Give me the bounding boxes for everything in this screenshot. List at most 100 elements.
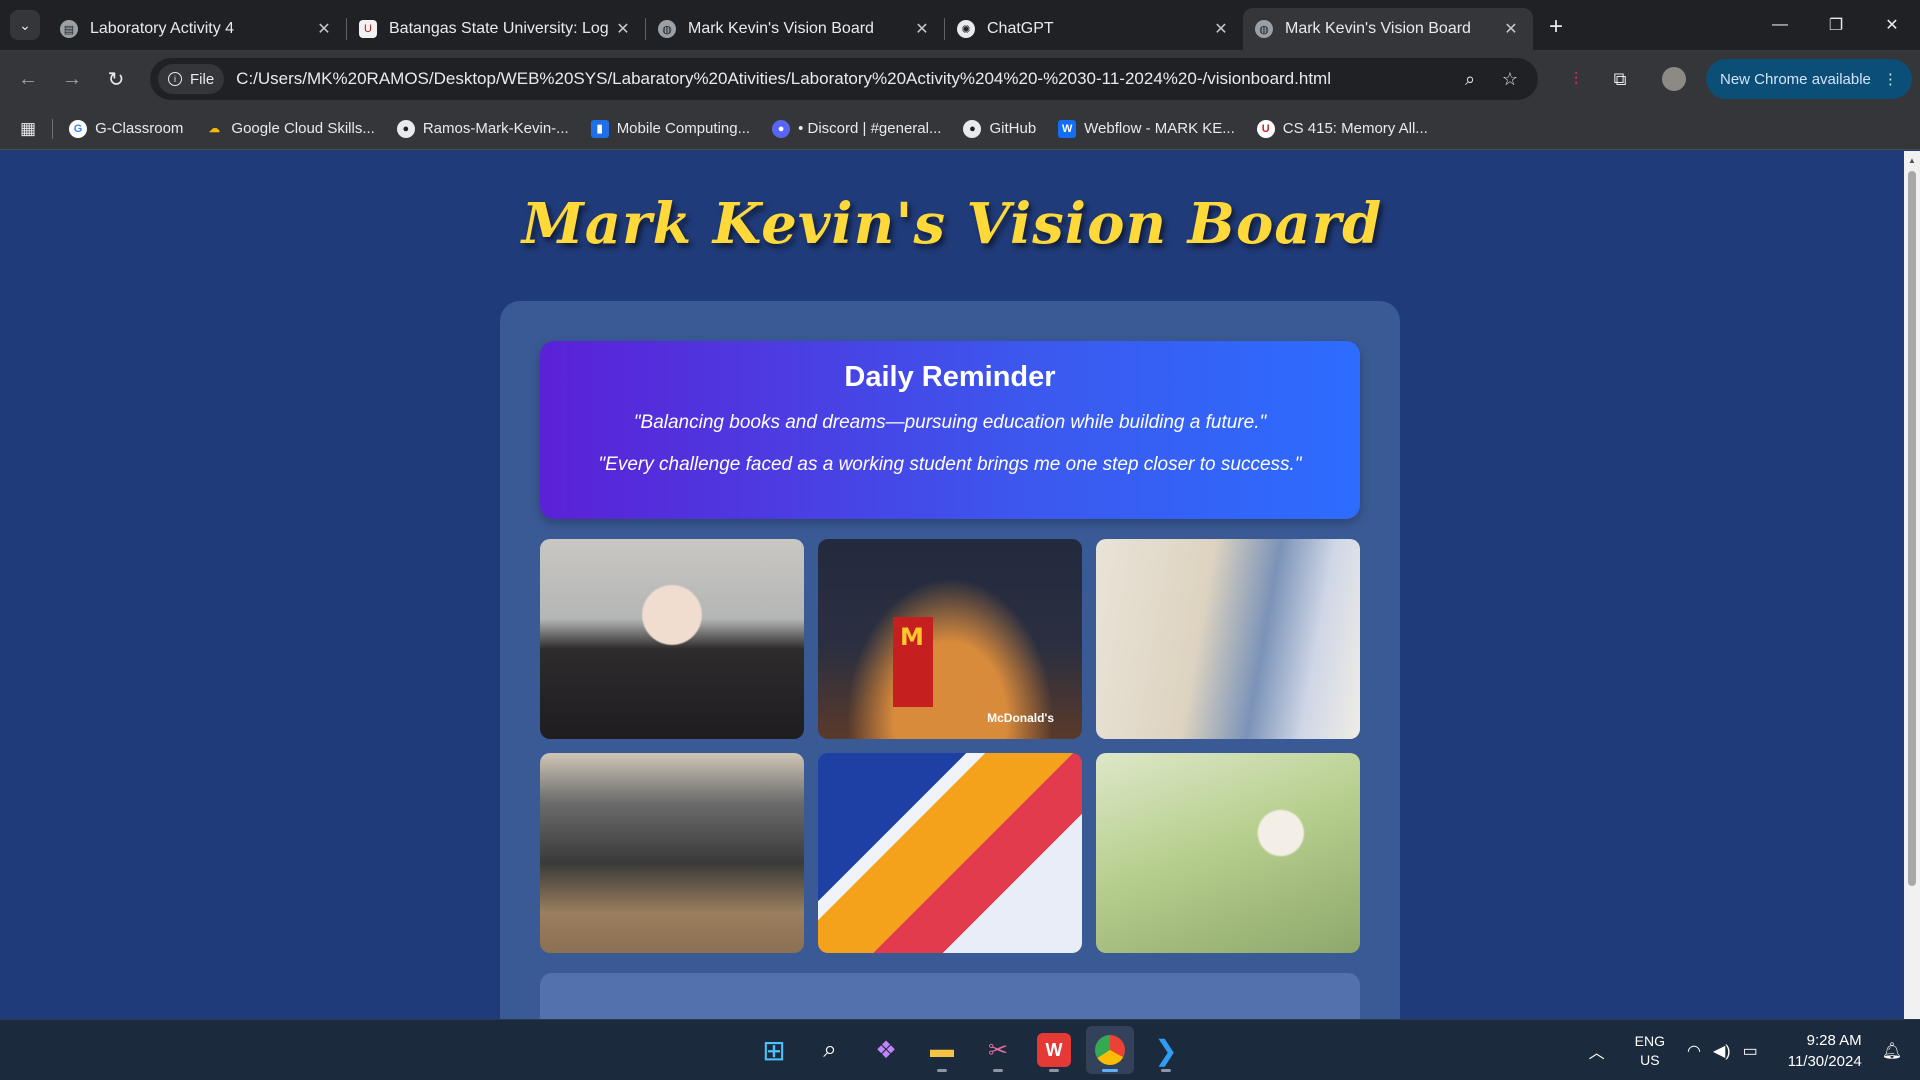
minimize-icon[interactable]: —: [1752, 0, 1808, 50]
reload-icon[interactable]: ↻: [94, 67, 138, 92]
site-info-chip[interactable]: i File: [158, 64, 225, 94]
language-indicator[interactable]: ENG US: [1635, 1032, 1665, 1070]
wps-office-button[interactable]: W: [1030, 1026, 1078, 1074]
windows-logo-icon: ⊞: [762, 1034, 786, 1066]
tab-strip: ⌄ ▤ Laboratory Activity 4 ✕ U Batangas S…: [0, 0, 1920, 50]
close-icon[interactable]: ✕: [613, 19, 633, 39]
close-window-icon[interactable]: ✕: [1864, 0, 1920, 50]
discord-icon: ●: [772, 119, 791, 138]
browser-toolbar: ← → ↻ i File C:/Users/MK%20RAMOS/Desktop…: [0, 50, 1920, 108]
photo-work-uniform: [540, 539, 804, 739]
chatgpt-icon: ✺: [957, 20, 975, 38]
battery-icon[interactable]: ▭: [1743, 1041, 1758, 1061]
vscode-icon: ❯: [1154, 1034, 1178, 1066]
photo-camera: [1096, 539, 1360, 739]
bookmark-github[interactable]: ● GitHub: [963, 119, 1036, 138]
extension-audio-icon[interactable]: ⫶: [1554, 69, 1598, 90]
close-icon[interactable]: ✕: [314, 19, 334, 39]
mcdonalds-sign: McDonald's: [987, 711, 1054, 725]
back-arrow-icon[interactable]: ←: [6, 68, 50, 91]
close-icon[interactable]: ✕: [912, 19, 932, 39]
url-text[interactable]: C:/Users/MK%20RAMOS/Desktop/WEB%20SYS/La…: [236, 69, 1450, 89]
close-icon[interactable]: ✕: [1211, 19, 1231, 39]
trello-icon: ▮: [590, 119, 609, 138]
wifi-icon[interactable]: ◠: [1687, 1041, 1701, 1061]
photo-mcdonalds: M McDonald's: [818, 539, 1082, 739]
snipping-tool-button[interactable]: ✂: [974, 1026, 1022, 1074]
restore-icon[interactable]: ❐: [1808, 0, 1864, 50]
close-icon[interactable]: ✕: [1501, 19, 1521, 39]
folder-icon: ▬: [930, 1036, 954, 1063]
wps-icon: W: [1037, 1033, 1071, 1067]
scrollbar-thumb[interactable]: [1908, 171, 1916, 886]
tab-laboratory-activity[interactable]: ▤ Laboratory Activity 4 ✕: [48, 8, 346, 50]
file-explorer-button[interactable]: ▬: [918, 1026, 966, 1074]
university-shield-icon: U: [1256, 119, 1275, 138]
bookmark-ramos-github[interactable]: ● Ramos-Mark-Kevin-...: [396, 119, 569, 138]
chevron-down-icon: ⌄: [19, 16, 31, 33]
tab-chatgpt[interactable]: ✺ ChatGPT ✕: [945, 8, 1243, 50]
tab-vision-board-1[interactable]: ◍ Mark Kevin's Vision Board ✕: [646, 8, 944, 50]
bookmark-star-icon[interactable]: ☆: [1490, 69, 1530, 90]
system-tray: ︿ ENG US ◠ ◀) ▭ 9:28 AM 11/30/2024 🔔︎: [1589, 1020, 1920, 1080]
volume-icon[interactable]: ◀): [1713, 1041, 1731, 1061]
search-button[interactable]: ⌕: [806, 1026, 854, 1074]
google-icon: G: [69, 119, 88, 138]
windows-taskbar: ⊞ ⌕ ❖ ▬ ✂ W ❯ ︿ ENG US ◠ ◀) ▭ 9:28 AM 11…: [0, 1019, 1920, 1080]
new-tab-button[interactable]: +: [1549, 13, 1563, 41]
globe-icon: ◍: [658, 20, 676, 38]
address-bar[interactable]: i File C:/Users/MK%20RAMOS/Desktop/WEB%2…: [150, 58, 1538, 100]
profile-avatar[interactable]: [1652, 67, 1696, 91]
bookmark-google-cloud[interactable]: ☁ Google Cloud Skills...: [205, 120, 375, 138]
extensions-puzzle-icon[interactable]: ⧉: [1598, 69, 1642, 90]
scroll-up-icon[interactable]: ▲: [1908, 156, 1916, 165]
photo-pilot: [818, 753, 1082, 953]
chrome-icon: [1095, 1035, 1125, 1065]
github-icon: ●: [963, 119, 982, 138]
next-section-card: [540, 973, 1360, 1019]
snipping-tool-icon: ✂: [987, 1036, 1009, 1064]
document-icon: ▤: [60, 20, 78, 38]
tab-vision-board-active[interactable]: ◍ Mark Kevin's Vision Board ✕: [1243, 8, 1533, 50]
globe-icon: ◍: [1255, 20, 1273, 38]
forward-arrow-icon[interactable]: →: [50, 68, 94, 91]
clock[interactable]: 9:28 AM 11/30/2024: [1788, 1030, 1862, 1072]
more-menu-icon[interactable]: ⋮: [1883, 70, 1898, 88]
bookmark-discord[interactable]: ● • Discord | #general...: [772, 119, 941, 138]
copilot-button[interactable]: ❖: [862, 1026, 910, 1074]
apps-grid-icon[interactable]: ▦: [20, 119, 36, 139]
daily-reminder-card: Daily Reminder "Balancing books and drea…: [540, 341, 1360, 519]
page-scrollbar[interactable]: ▲: [1904, 151, 1920, 1019]
tab-batangas-state[interactable]: U Batangas State University: Log i ✕: [347, 8, 645, 50]
bookmarks-bar: ▦ G G-Classroom ☁ Google Cloud Skills... ●…: [0, 108, 1920, 150]
vscode-button[interactable]: ❯: [1142, 1026, 1190, 1074]
webflow-icon: W: [1058, 119, 1077, 138]
notification-bell-icon[interactable]: 🔔︎: [1882, 1041, 1902, 1061]
zoom-icon[interactable]: ⌕: [1450, 69, 1490, 90]
page-title: Mark Kevin's Vision Board: [521, 191, 1383, 257]
university-shield-icon: U: [359, 20, 377, 38]
new-chrome-available-button[interactable]: New Chrome available ⋮: [1706, 59, 1912, 99]
reminder-heading: Daily Reminder: [844, 361, 1056, 393]
bookmark-g-classroom[interactable]: G G-Classroom: [69, 119, 183, 138]
vision-board-container: Daily Reminder "Balancing books and drea…: [500, 301, 1400, 1019]
chrome-button[interactable]: [1086, 1026, 1134, 1074]
photo-laptops: [540, 753, 804, 953]
search-icon: ⌕: [823, 1036, 837, 1063]
bookmark-mobile-computing[interactable]: ▮ Mobile Computing...: [590, 119, 750, 138]
photo-diploma: [1096, 753, 1360, 953]
window-controls: — ❐ ✕: [1752, 0, 1920, 50]
reminder-quote-2: "Every challenge faced as a working stud…: [598, 454, 1302, 475]
reminder-quote-1: "Balancing books and dreams—pursuing edu…: [633, 412, 1267, 433]
golden-arches-icon: M: [900, 623, 924, 651]
info-icon: i: [168, 72, 182, 86]
bookmark-cs415[interactable]: U CS 415: Memory All...: [1256, 119, 1428, 138]
page-viewport: Mark Kevin's Vision Board Daily Reminder…: [0, 151, 1904, 1019]
show-hidden-icons-icon[interactable]: ︿: [1589, 1039, 1605, 1063]
copilot-icon: ❖: [875, 1036, 897, 1064]
github-icon: ●: [396, 119, 415, 138]
google-cloud-icon: ☁: [208, 123, 220, 135]
bookmark-webflow[interactable]: W Webflow - MARK KE...: [1058, 119, 1235, 138]
tab-search-button[interactable]: ⌄: [10, 10, 40, 40]
start-button[interactable]: ⊞: [750, 1026, 798, 1074]
